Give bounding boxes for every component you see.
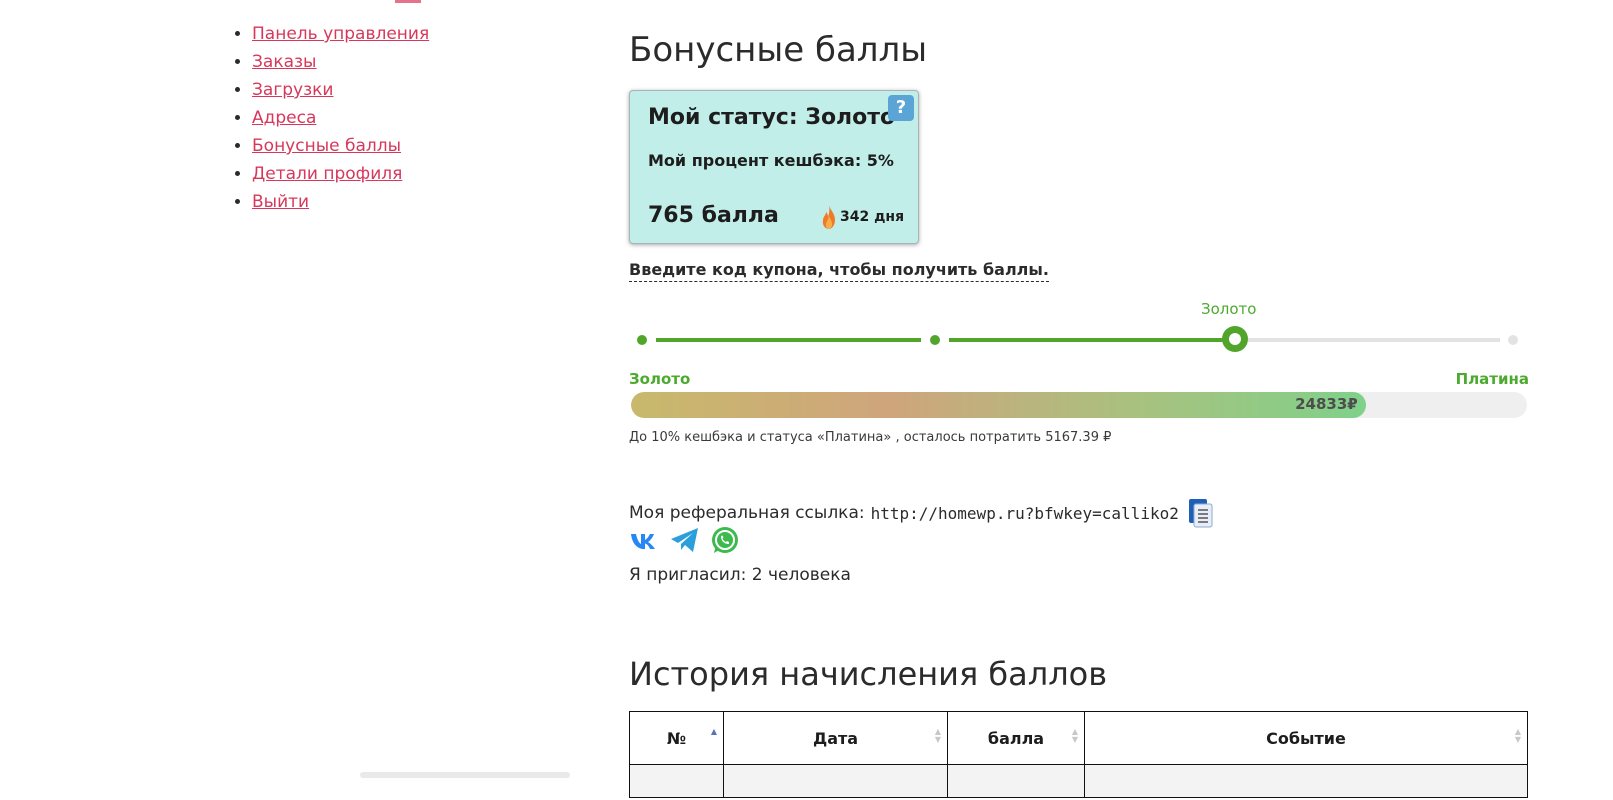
level-dot-4 [1508, 335, 1518, 345]
nav-link-downloads[interactable]: Загрузки [252, 80, 333, 100]
footer-placeholder [360, 772, 570, 778]
nav-item-logout: Выйти [252, 188, 429, 216]
sort-icon: ▲ ▼ [1071, 727, 1078, 744]
spend-progress-bar: 24833₽ [631, 392, 1527, 418]
nav-item-addresses: Адреса [252, 104, 429, 132]
history-table-header: № ▲ ▼ Дата ▲ ▼ балла ▲ ▼ Событие ▲ ▼ [629, 711, 1528, 765]
nav-link-logout[interactable]: Выйти [252, 192, 309, 212]
account-page: Панель управления Заказы Загрузки Адреса… [0, 0, 1613, 800]
column-header-date[interactable]: Дата ▲ ▼ [723, 711, 948, 765]
cashback-percent: Мой процент кешбэка: 5% [648, 151, 894, 170]
level-segment-1 [656, 338, 921, 342]
level-dot-current [1222, 326, 1248, 352]
telegram-icon[interactable] [669, 525, 701, 555]
nav-item-downloads: Загрузки [252, 76, 429, 104]
spend-note: До 10% кешбэка и статуса «Платина» , ост… [629, 430, 1112, 445]
level-dot-1 [637, 335, 647, 345]
nav-item-profile-details: Детали профиля [252, 160, 429, 188]
column-label-date: Дата [812, 728, 859, 748]
current-level-label: Золото [1201, 300, 1257, 318]
points-balance: 765 балла [648, 203, 779, 228]
social-share [629, 525, 741, 555]
help-icon[interactable]: ? [888, 95, 914, 121]
column-header-event[interactable]: Событие ▲ ▼ [1084, 711, 1528, 765]
level-dot-2 [930, 335, 940, 345]
streak-indicator: 342 дня [820, 203, 904, 231]
referral-url: http://homewp.ru?bfwkey=calliko2 [870, 503, 1179, 523]
sort-asc-icon: ▲ ▼ [710, 727, 717, 744]
table-cell [1084, 764, 1528, 798]
truncated-header-line [395, 0, 421, 3]
referral-label: Моя реферальная ссылка: [629, 503, 865, 523]
streak-days: 342 дня [840, 209, 905, 225]
invited-count: Я пригласил: 2 человека [629, 565, 851, 585]
column-header-points[interactable]: балла ▲ ▼ [947, 711, 1085, 765]
spend-progress-fill: 24833₽ [631, 392, 1366, 418]
spend-amount: 24833₽ [1295, 395, 1358, 413]
coupon-link[interactable]: Введите код купона, чтобы получить баллы… [629, 260, 1049, 282]
nav-item-bonus-points: Бонусные баллы [252, 132, 429, 160]
spend-from-level: Золото [629, 370, 691, 388]
table-cell [947, 764, 1085, 798]
vk-icon[interactable] [629, 525, 661, 555]
level-segment-3 [1248, 338, 1500, 342]
level-progress-track: Золото [629, 300, 1529, 360]
referral-row: Моя реферальная ссылка: http://homewp.ru… [629, 498, 1215, 528]
copy-icon[interactable] [1187, 498, 1215, 528]
table-cell [723, 764, 948, 798]
nav-link-orders[interactable]: Заказы [252, 52, 316, 72]
level-segment-2 [949, 338, 1223, 342]
table-cell [629, 764, 724, 798]
sort-icon: ▲ ▼ [1514, 727, 1521, 744]
sort-icon: ▲ ▼ [934, 727, 941, 744]
account-navigation: Панель управления Заказы Загрузки Адреса… [232, 20, 429, 216]
page-title: Бонусные баллы [629, 30, 928, 70]
table-row [629, 764, 1528, 798]
history-table: № ▲ ▼ Дата ▲ ▼ балла ▲ ▼ Событие ▲ ▼ [629, 711, 1528, 798]
nav-link-addresses[interactable]: Адреса [252, 108, 316, 128]
status-card: Мой статус: Золото ? Мой процент кешбэка… [629, 90, 919, 244]
history-title: История начисления баллов [629, 655, 1108, 693]
nav-item-dashboard: Панель управления [252, 20, 429, 48]
nav-link-dashboard[interactable]: Панель управления [252, 24, 429, 44]
column-label-event: Событие [1266, 728, 1346, 748]
status-title: Мой статус: Золото [648, 105, 896, 130]
column-label-number: № [666, 728, 687, 748]
column-label-points: балла [987, 728, 1045, 748]
flame-icon [822, 205, 835, 229]
nav-link-profile-details[interactable]: Детали профиля [252, 164, 402, 184]
nav-link-bonus-points[interactable]: Бонусные баллы [252, 136, 401, 156]
column-header-number[interactable]: № ▲ ▼ [629, 711, 724, 765]
whatsapp-icon[interactable] [709, 525, 741, 555]
nav-item-orders: Заказы [252, 48, 429, 76]
spend-to-level: Платина [1455, 370, 1529, 388]
